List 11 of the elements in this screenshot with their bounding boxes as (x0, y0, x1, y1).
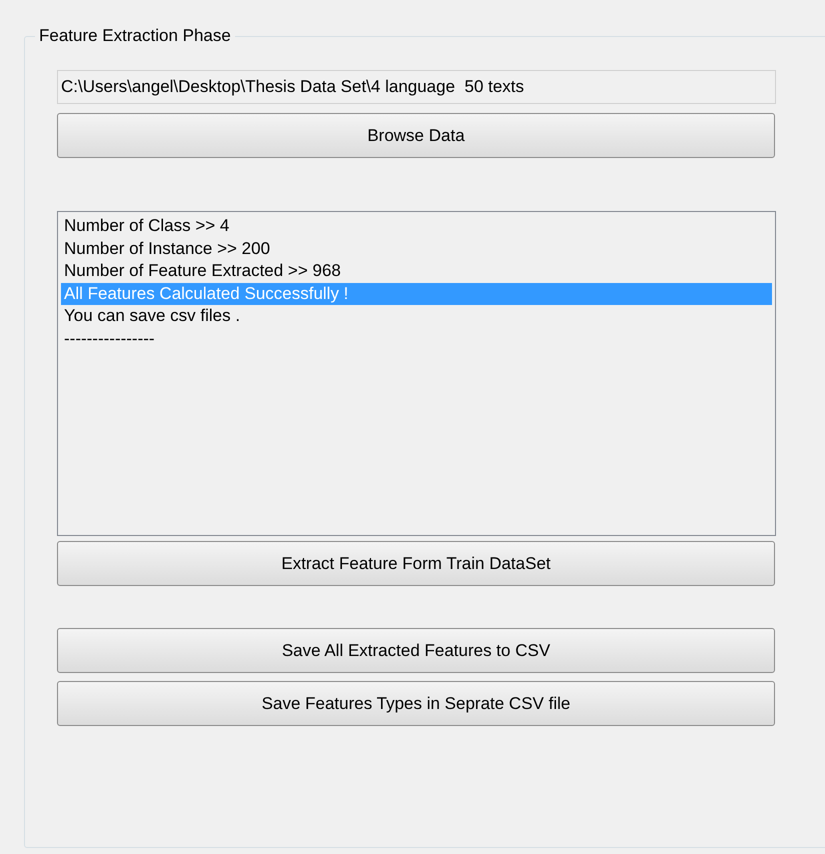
save-csv-button[interactable]: Save Features Types in Seprate CSV file (57, 681, 775, 726)
log-line[interactable]: Number of Class >> 4 (61, 215, 772, 238)
log-line[interactable]: Number of Feature Extracted >> 968 (61, 260, 772, 282)
save-csv-button[interactable]: Save All Extracted Features to CSV (57, 628, 775, 673)
extract-button[interactable]: Extract Feature Form Train DataSet (57, 541, 775, 586)
log-line[interactable]: You can save csv files . (61, 305, 772, 328)
path-field[interactable]: C:\Users\angel\Desktop\Thesis Data Set\4 language 50 texts (57, 70, 776, 104)
log-line[interactable]: Number of Instance >> 200 (61, 238, 772, 260)
log-list[interactable]: Number of Class >> 4 Number of Instance >> 200 Number of Feature Extracted >> 968 All Features Calculated Successfully ! You can save csv files . ---------------- (57, 211, 776, 536)
log-line[interactable]: ---------------- (61, 328, 772, 350)
browse-button[interactable]: Browse Data (57, 113, 775, 158)
